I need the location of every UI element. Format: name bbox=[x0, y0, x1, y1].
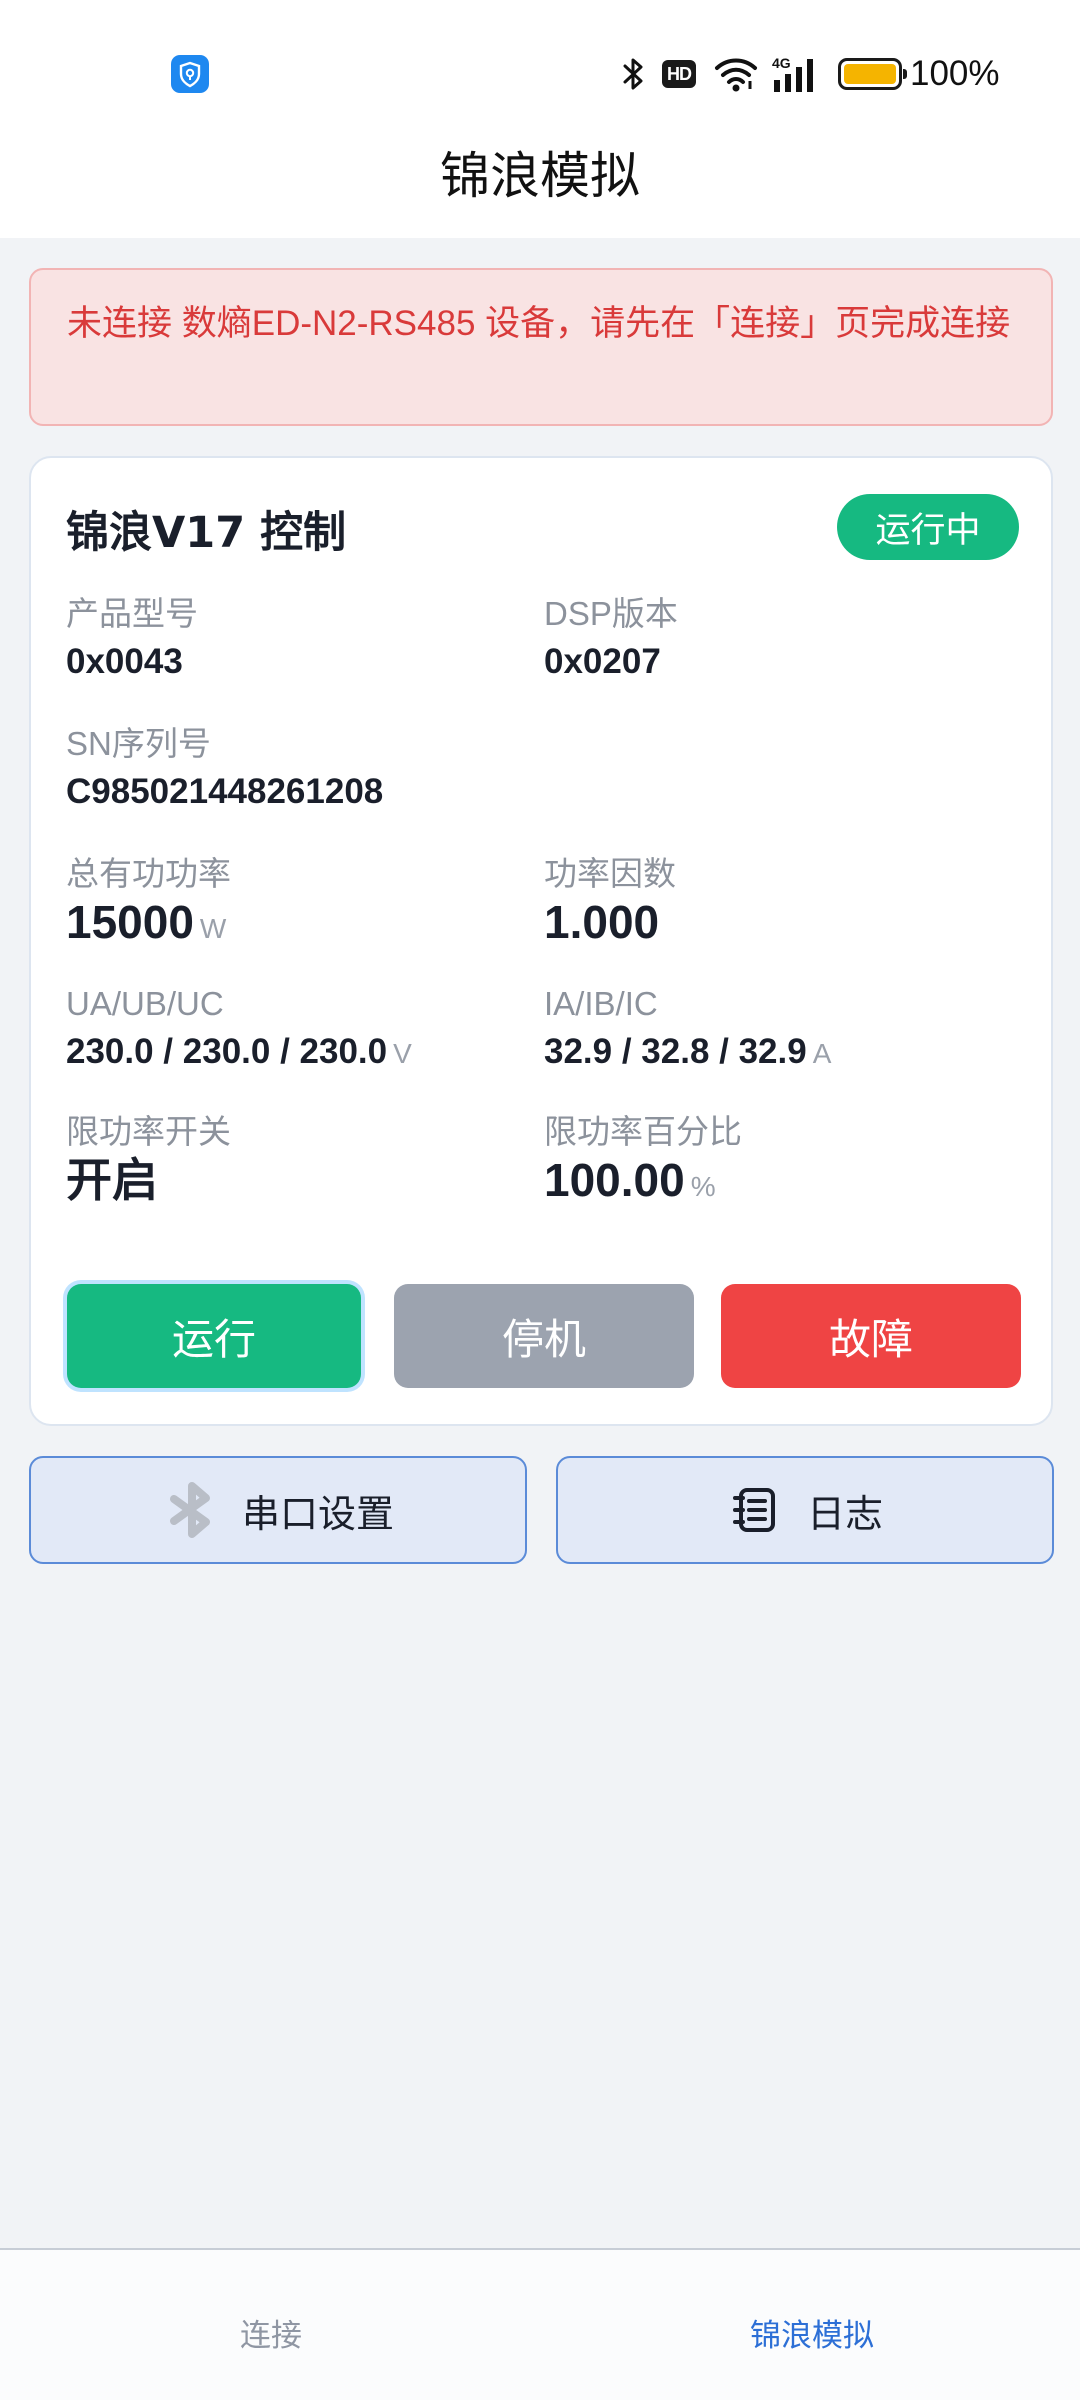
app-root: HD 4G 100% 锦浪模拟 未连接 数熵ED-N2-RS485 设备，请先在… bbox=[0, 0, 1080, 2400]
sn-label: SN序列号 bbox=[66, 725, 211, 762]
serial-settings-button[interactable]: 串口设置 bbox=[29, 1456, 527, 1564]
alert-text: 未连接 数熵ED-N2-RS485 设备，请先在「连接」页完成连接 bbox=[67, 304, 1011, 343]
page-title: 锦浪模拟 bbox=[440, 147, 640, 205]
wifi-icon bbox=[714, 55, 758, 93]
limit-switch-field: 限功率开关 开启 bbox=[66, 1110, 231, 1206]
power-factor-field: 功率因数 1.000 bbox=[544, 852, 676, 948]
current-unit: A bbox=[812, 1038, 832, 1069]
current-field: IA/IB/IC 32.9 / 32.8 / 32.9 A bbox=[544, 982, 831, 1078]
serial-settings-label: 串口设置 bbox=[241, 1491, 394, 1536]
dsp-version-field: DSP版本 0x0207 bbox=[544, 592, 678, 688]
battery-percent: 100% bbox=[910, 54, 1000, 93]
limit-switch-value: 开启 bbox=[66, 1154, 158, 1206]
cellular-signal-icon: 4G bbox=[772, 54, 822, 94]
total-power-label: 总有功功率 bbox=[66, 855, 231, 892]
total-power-field: 总有功功率 15000 W bbox=[66, 852, 231, 948]
log-icon bbox=[727, 1480, 787, 1540]
bluetooth-icon bbox=[162, 1480, 222, 1540]
sn-value: C985021448261208 bbox=[66, 772, 384, 811]
dsp-version-value: 0x0207 bbox=[544, 642, 661, 681]
limit-percent-label: 限功率百分比 bbox=[544, 1113, 742, 1150]
voltage-value: 230.0 / 230.0 / 230.0 bbox=[66, 1032, 388, 1071]
product-model-field: 产品型号 0x0043 bbox=[66, 592, 198, 688]
run-button[interactable]: 运行 bbox=[67, 1284, 361, 1388]
top-area: HD 4G 100% 锦浪模拟 bbox=[0, 0, 1080, 238]
nav-tab-simulate[interactable]: 锦浪模拟 bbox=[750, 2310, 874, 2355]
total-power-unit: W bbox=[199, 913, 227, 944]
bluetooth-icon bbox=[620, 54, 648, 94]
control-card: 锦浪V17 控制 运行中 产品型号 0x0043 DSP版本 0x0207 SN… bbox=[29, 456, 1053, 1426]
log-label: 日志 bbox=[806, 1491, 883, 1536]
power-factor-value: 1.000 bbox=[544, 896, 660, 948]
log-button[interactable]: 日志 bbox=[556, 1456, 1054, 1564]
dsp-version-label: DSP版本 bbox=[544, 595, 678, 632]
status-bar: HD 4G 100% bbox=[0, 0, 1080, 140]
product-model-value: 0x0043 bbox=[66, 642, 183, 681]
current-label: IA/IB/IC bbox=[544, 985, 658, 1022]
voltage-field: UA/UB/UC 230.0 / 230.0 / 230.0 V bbox=[66, 982, 412, 1078]
status-icons: HD 4G 100% bbox=[620, 52, 1000, 96]
stop-button[interactable]: 停机 bbox=[394, 1284, 694, 1388]
connection-alert: 未连接 数熵ED-N2-RS485 设备，请先在「连接」页完成连接 bbox=[29, 268, 1053, 426]
limit-switch-label: 限功率开关 bbox=[66, 1113, 231, 1150]
limit-percent-unit: % bbox=[690, 1171, 716, 1202]
bottom-nav: 连接 锦浪模拟 bbox=[0, 2248, 1080, 2400]
status-badge: 运行中 bbox=[837, 494, 1019, 560]
fault-button[interactable]: 故障 bbox=[721, 1284, 1021, 1388]
card-title: 锦浪V17 控制 bbox=[66, 508, 347, 558]
total-power-value: 15000 bbox=[66, 896, 194, 948]
current-value: 32.9 / 32.8 / 32.9 bbox=[544, 1032, 807, 1071]
sn-field: SN序列号 C985021448261208 bbox=[66, 722, 383, 818]
limit-percent-value: 100.00 bbox=[544, 1154, 685, 1206]
voltage-unit: V bbox=[393, 1038, 412, 1069]
battery-icon bbox=[838, 58, 907, 90]
hd-icon: HD bbox=[662, 60, 696, 88]
shield-app-icon bbox=[171, 55, 209, 93]
power-factor-label: 功率因数 bbox=[544, 855, 676, 892]
voltage-label: UA/UB/UC bbox=[66, 985, 224, 1022]
nav-tab-connect[interactable]: 连接 bbox=[240, 2310, 302, 2355]
battery-fill bbox=[844, 64, 896, 84]
limit-percent-field: 限功率百分比 100.00% bbox=[544, 1110, 742, 1206]
network-type-label: 4G bbox=[772, 55, 791, 71]
product-model-label: 产品型号 bbox=[66, 595, 198, 632]
